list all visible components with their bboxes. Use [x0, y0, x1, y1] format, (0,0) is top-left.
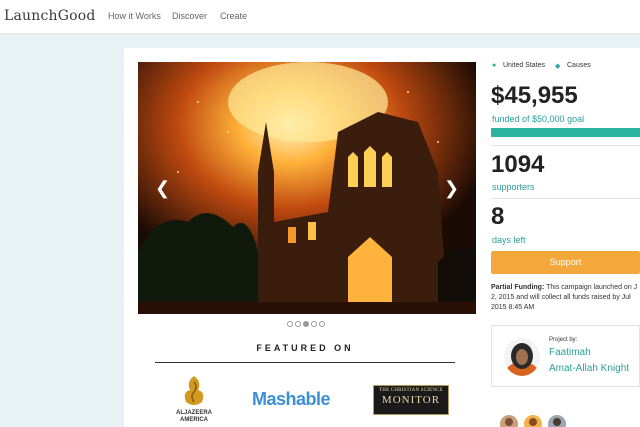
project-owner-name[interactable]: Faatimah — [549, 347, 591, 358]
aljazeera-wordmark: ALJAZEERA AMERICA — [175, 410, 212, 423]
divider — [491, 145, 640, 146]
csm-logo-main: MONITOR — [381, 394, 441, 406]
supporter-avatar[interactable] — [548, 415, 566, 427]
partial-funding-note: Partial Funding: This campaign launched … — [491, 283, 640, 313]
category-link[interactable]: Causes — [567, 62, 591, 69]
carousel-dot-active[interactable] — [303, 321, 309, 327]
supporter-avatar-photo — [524, 415, 542, 427]
carousel-dot[interactable] — [295, 321, 301, 327]
launchgood-logo[interactable]: LaunchGood — [4, 8, 96, 24]
owner-avatar-photo — [504, 338, 540, 376]
carousel-dot[interactable] — [287, 321, 293, 327]
featured-divider — [155, 362, 455, 363]
days-left-label: days left — [492, 235, 526, 245]
days-left-count: 8 — [491, 203, 505, 230]
supporter-avatar[interactable] — [500, 415, 518, 427]
supporter-avatar-photo — [500, 415, 518, 427]
support-button[interactable]: Support — [491, 251, 640, 274]
project-by-label: Project by: — [549, 337, 578, 343]
carousel-dot[interactable] — [319, 321, 325, 327]
campaign-hero-image[interactable] — [138, 62, 476, 314]
goal-text: funded of $50,000 goal — [492, 114, 585, 124]
supporter-avatar[interactable] — [524, 415, 542, 427]
nav-discover[interactable]: Discover — [172, 11, 207, 21]
funding-progress-bar — [491, 128, 640, 137]
supporter-avatar-photo — [548, 415, 566, 427]
location-link[interactable]: United States — [503, 62, 545, 69]
aljazeera-emblem-icon — [184, 376, 204, 405]
carousel-next-chevron-right-icon[interactable]: ❯ — [444, 178, 459, 198]
nav-how-it-works[interactable]: How it Works — [108, 11, 161, 21]
nav-create[interactable]: Create — [220, 11, 247, 21]
top-navigation-bar: LaunchGood How it Works Discover Create — [0, 0, 640, 34]
featured-on-heading: FEATURED ON — [256, 343, 354, 353]
mashable-logo: Mashable — [252, 389, 331, 409]
carousel-dots — [287, 321, 325, 328]
tag-icon: ◆ — [555, 63, 561, 70]
carousel-dot[interactable] — [311, 321, 317, 327]
csm-logo-top: THE CHRISTIAN SCIENCE — [379, 388, 443, 393]
supporters-label: supporters — [492, 182, 535, 192]
avatar[interactable] — [504, 338, 540, 376]
project-owner-name-line2[interactable]: Amat-Allah Knight — [549, 363, 629, 374]
divider — [491, 198, 640, 199]
burning-church-photo — [138, 62, 476, 314]
supporters-count: 1094 — [491, 151, 545, 178]
partial-funding-label: Partial Funding: — [491, 284, 545, 291]
amount-raised: $45,955 — [491, 82, 578, 109]
carousel-prev-chevron-left-icon[interactable]: ❮ — [155, 178, 170, 198]
csm-logo: THE CHRISTIAN SCIENCE MONITOR — [373, 385, 449, 415]
location-pin-icon: ● — [492, 62, 497, 69]
